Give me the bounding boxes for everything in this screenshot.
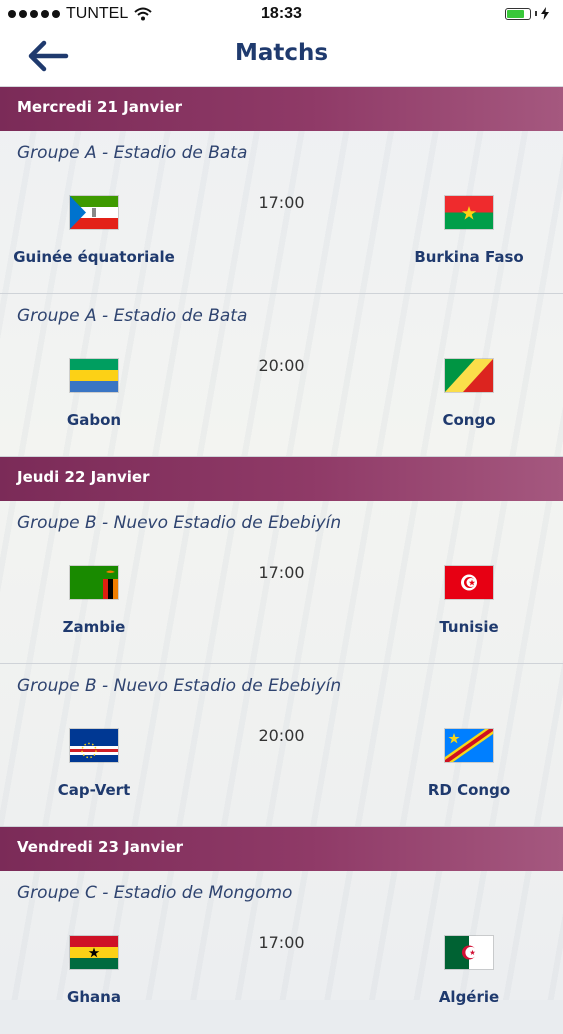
home-team-name: Cap-Vert xyxy=(57,781,131,799)
home-team-name: Ghana xyxy=(67,988,121,1006)
match-group: Groupe A - Estadio de Bata xyxy=(17,143,248,163)
away-team-name: Tunisie xyxy=(439,618,499,636)
day-header: Jeudi 22 Janvier xyxy=(0,457,563,501)
navigation-bar: Matchs xyxy=(0,28,563,87)
cape-verde-flag-icon xyxy=(70,729,118,762)
clock: 18:33 xyxy=(261,5,302,22)
match-row[interactable]: Groupe B - Nuevo Estadio de Ebebiyín 17:… xyxy=(0,501,563,664)
match-group: Groupe B - Nuevo Estadio de Ebebiyín xyxy=(17,676,342,696)
match-row[interactable]: Groupe C - Estadio de Mongomo 17:00 Ghan… xyxy=(0,871,563,1034)
gabon-flag-icon xyxy=(70,359,118,392)
equatorial-guinea-flag-icon xyxy=(70,196,118,229)
away-team-name: Congo xyxy=(442,411,496,429)
home-team-name: Guinée équatoriale xyxy=(13,248,175,266)
home-team-name: Gabon xyxy=(66,411,122,429)
match-group: Groupe C - Estadio de Mongomo xyxy=(17,883,293,903)
burkina-faso-flag-icon xyxy=(445,196,493,229)
tunisia-flag-icon xyxy=(445,566,493,599)
day-header: Mercredi 21 Janvier xyxy=(0,87,563,131)
match-row[interactable]: Groupe A - Estadio de Bata 17:00 Guinée … xyxy=(0,131,563,294)
dr-congo-flag-icon xyxy=(445,729,493,762)
away-team-name: RD Congo xyxy=(427,781,511,799)
match-list: Mercredi 21 Janvier Groupe A - Estadio d… xyxy=(0,87,563,1034)
match-row[interactable]: Groupe B - Nuevo Estadio de Ebebiyín 20:… xyxy=(0,664,563,827)
ghana-flag-icon xyxy=(70,936,118,969)
home-team-name: Zambie xyxy=(62,618,126,636)
match-row[interactable]: Groupe A - Estadio de Bata 20:00 Gabon C… xyxy=(0,294,563,457)
day-header: Vendredi 23 Janvier xyxy=(0,827,563,871)
match-group: Groupe B - Nuevo Estadio de Ebebiyín xyxy=(17,513,342,533)
charging-bolt-icon xyxy=(541,7,549,20)
algeria-flag-icon xyxy=(445,936,493,969)
status-bar: TUNTEL 18:33 xyxy=(0,0,563,28)
match-group: Groupe A - Estadio de Bata xyxy=(17,306,248,326)
page-title: Matchs xyxy=(234,40,329,66)
away-team-name: Burkina Faso xyxy=(414,248,524,266)
congo-flag-icon xyxy=(445,359,493,392)
zambia-flag-icon xyxy=(70,566,118,599)
battery-icon xyxy=(505,7,531,20)
away-team-name: Algérie xyxy=(438,988,500,1006)
